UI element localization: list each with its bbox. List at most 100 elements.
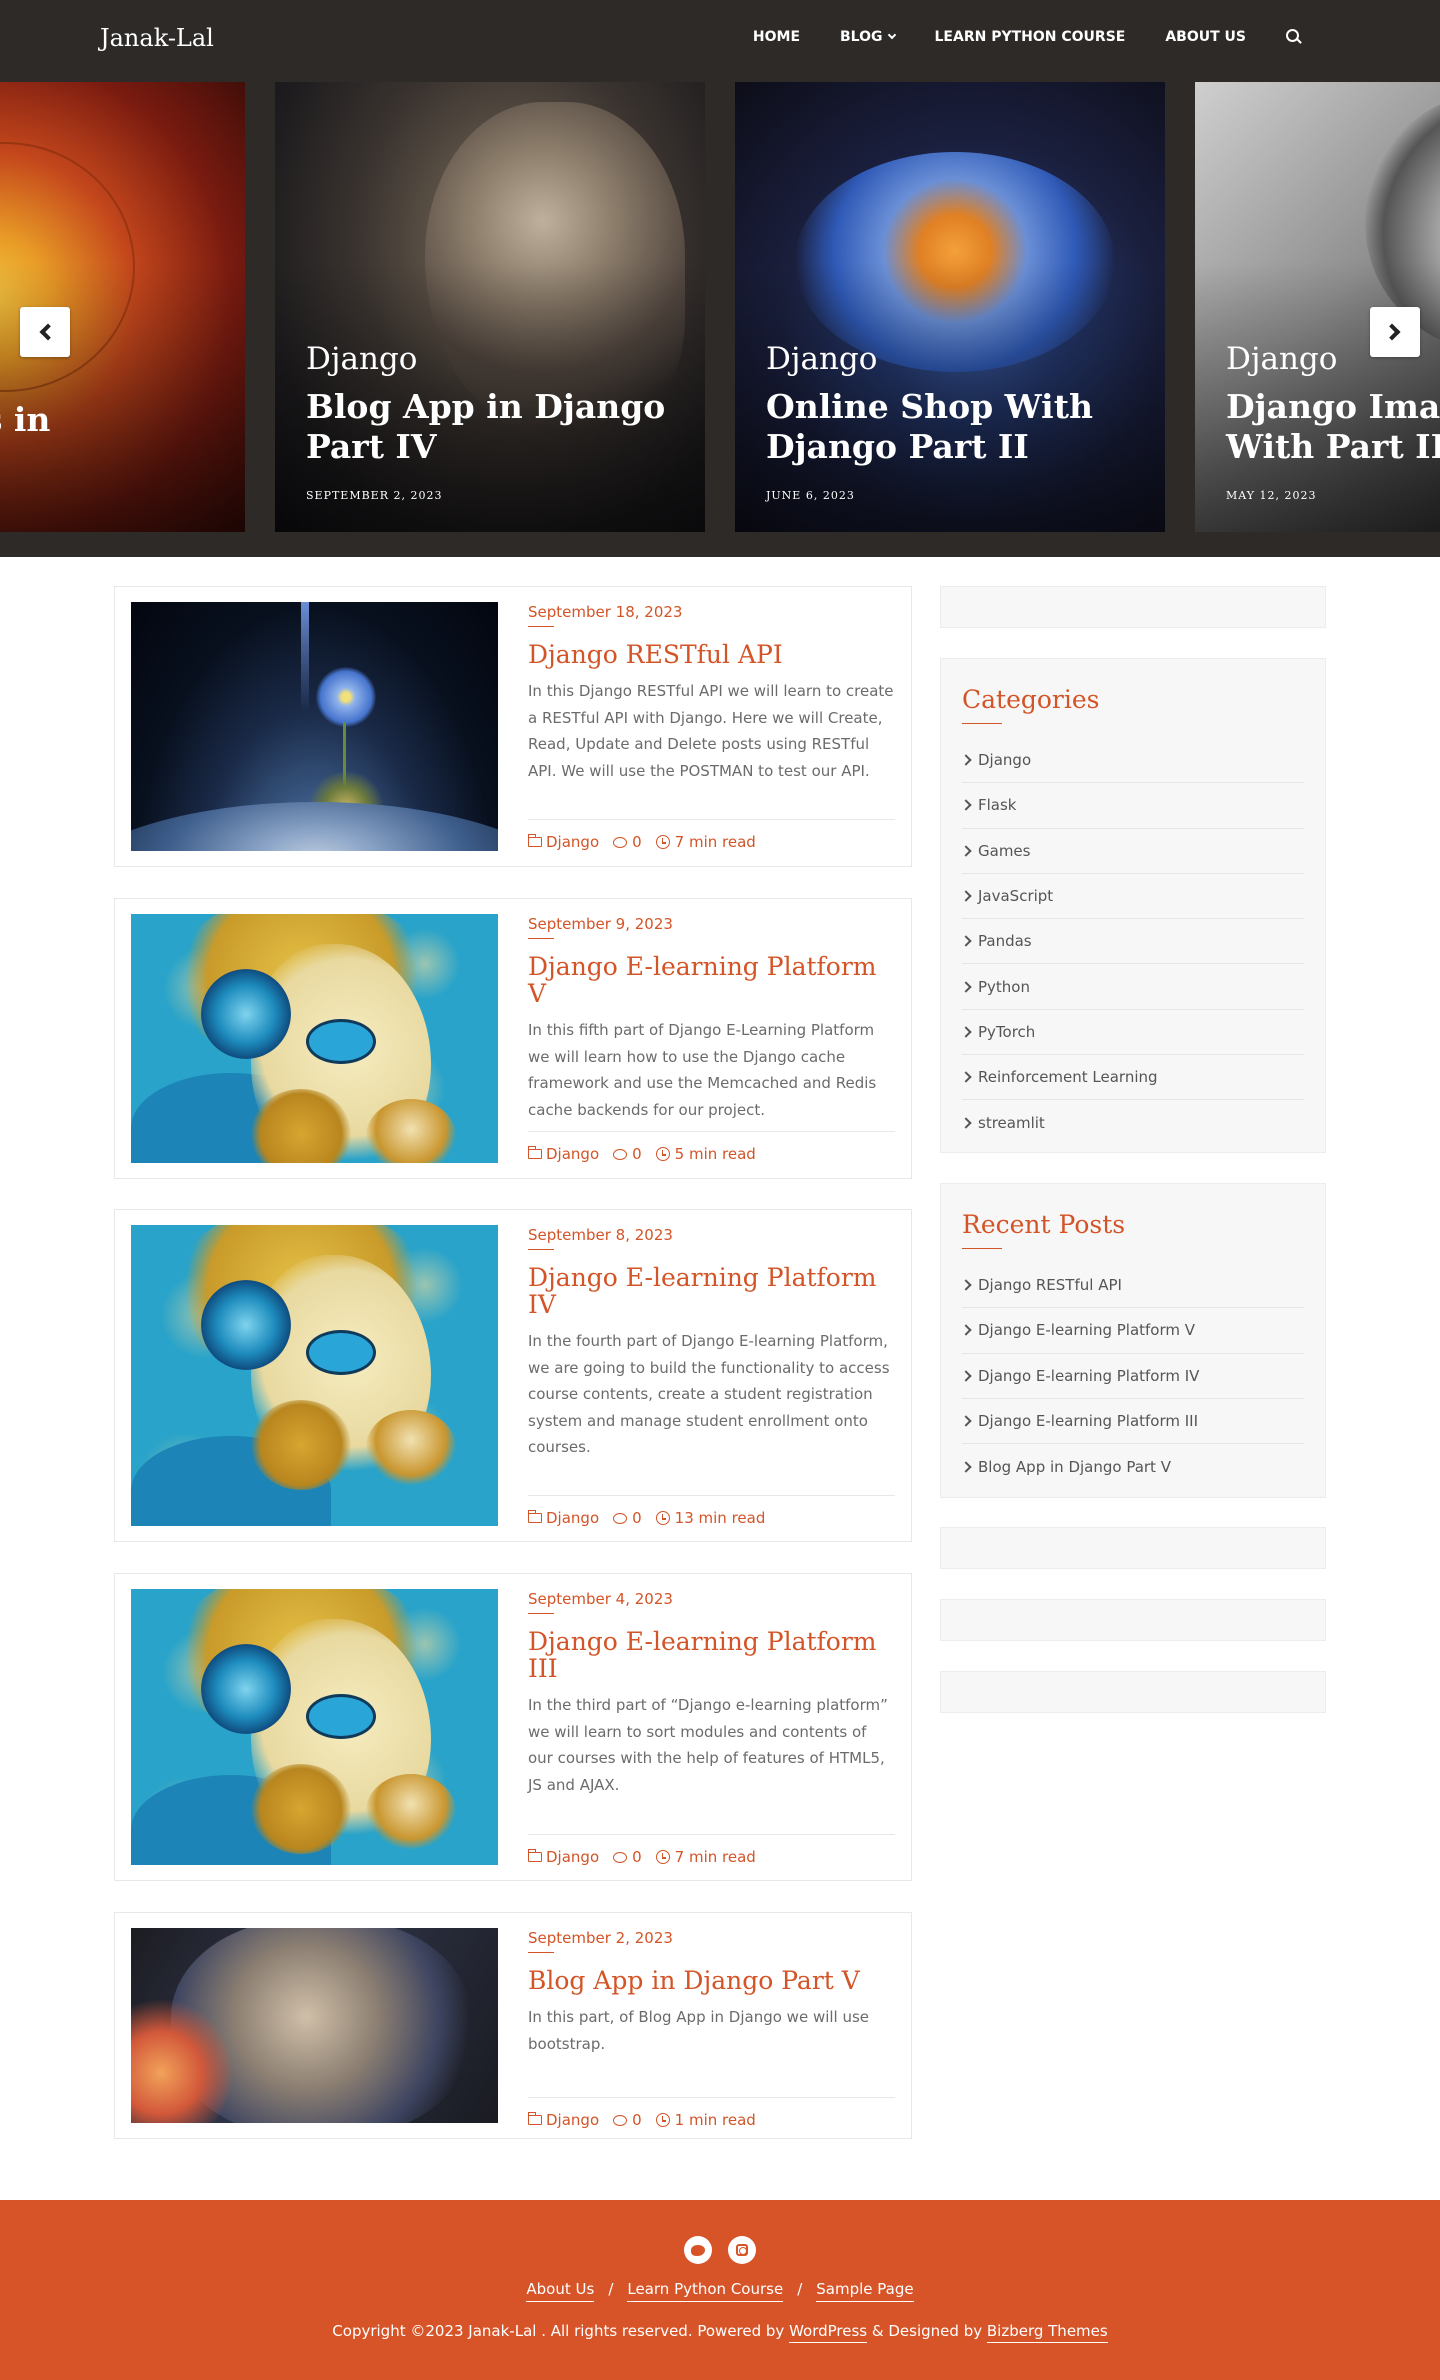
sidebar-widget-empty	[940, 1527, 1326, 1569]
post-read-time: 7 min read	[655, 833, 756, 851]
category-item[interactable]: Flask	[962, 783, 1304, 829]
clock-icon	[655, 1850, 670, 1864]
post-title[interactable]: Django E-learning Platform III	[528, 1628, 895, 1682]
folder-icon	[527, 2112, 542, 2125]
recent-post-item[interactable]: Django E-learning Platform IV	[962, 1354, 1304, 1399]
comment-icon	[613, 2114, 628, 2126]
nav-learn-python-course[interactable]: LEARN PYTHON COURSE	[935, 29, 1126, 45]
post-meta: Django 0 5 min read	[527, 1131, 895, 1163]
post-read-time-label: 7 min read	[674, 833, 756, 851]
post-read-time-label: 7 min read	[674, 1848, 756, 1866]
slider-prev-button[interactable]	[20, 307, 70, 357]
post-category[interactable]: Django	[527, 2111, 599, 2129]
category-item[interactable]: Python	[962, 964, 1304, 1010]
slide-title[interactable]: Blog App in Django Part IV	[306, 387, 685, 467]
post-title[interactable]: Django E-learning Platform V	[528, 953, 895, 1007]
slide-category[interactable]: Django	[306, 341, 685, 377]
post-category[interactable]: Django	[527, 833, 599, 851]
nav-home[interactable]: HOME	[753, 29, 800, 45]
slide[interactable]: Django Online Shop With Django Part II J…	[735, 82, 1165, 532]
category-item[interactable]: streamlit	[962, 1100, 1304, 1145]
social-links	[684, 2236, 772, 2264]
post-thumbnail[interactable]	[131, 602, 498, 851]
footer-link-learn-python-course[interactable]: Learn Python Course	[627, 2280, 784, 2302]
slide-title[interactable]: Online Shop With Django Part II	[766, 387, 1145, 467]
category-item[interactable]: Reinforcement Learning	[962, 1055, 1304, 1101]
post-excerpt: In this fifth part of Django E-Learning …	[528, 1021, 877, 1119]
post-title[interactable]: Django RESTful API	[528, 641, 895, 668]
site-brand[interactable]: Janak-Lal	[100, 24, 214, 52]
post-excerpt: In this part, of Blog App in Django we w…	[528, 2008, 870, 2053]
bizberg-link[interactable]: Bizberg Themes	[986, 2322, 1108, 2343]
slide-date: SEPTEMBER 2, 2023	[306, 489, 443, 502]
clock-icon	[655, 1147, 670, 1161]
recent-post-item[interactable]: Django E-learning Platform III	[962, 1399, 1304, 1445]
post-card: September 4, 2023 Django E-learning Plat…	[114, 1573, 912, 1881]
post-thumbnail[interactable]	[131, 1589, 498, 1865]
categories-widget: Categories Django Flask Games JavaScript…	[940, 658, 1326, 1153]
instagram-icon	[736, 2244, 748, 2256]
category-item[interactable]: Pandas	[962, 919, 1304, 965]
category-item[interactable]: JavaScript	[962, 874, 1304, 920]
post-date[interactable]: September 9, 2023	[528, 915, 673, 939]
post-comments[interactable]: 0	[613, 1145, 642, 1163]
comment-icon	[613, 836, 628, 848]
twitter-link[interactable]	[684, 2236, 712, 2264]
post-category[interactable]: Django	[527, 1509, 599, 1527]
post-comments[interactable]: 0	[613, 833, 642, 851]
category-item[interactable]: Django	[962, 738, 1304, 784]
folder-icon	[527, 1849, 542, 1862]
slide[interactable]: Django Blog App in Django Part IV SEPTEM…	[275, 82, 705, 532]
post-category-label: Django	[546, 1848, 600, 1866]
comment-icon	[613, 1148, 628, 1160]
wordpress-link[interactable]: WordPress	[789, 2322, 868, 2343]
sidebar-widget-empty	[940, 1671, 1326, 1713]
post-category[interactable]: Django	[527, 1145, 599, 1163]
sidebar-widget-empty	[940, 586, 1326, 628]
chevron-down-icon	[887, 30, 896, 40]
recent-post-item[interactable]: Django E-learning Platform V	[962, 1308, 1304, 1354]
widget-title: Categories	[962, 685, 1100, 724]
post-title[interactable]: Django E-learning Platform IV	[528, 1264, 895, 1318]
nav-about-us[interactable]: ABOUT US	[1165, 29, 1246, 45]
post-comments[interactable]: 0	[613, 2111, 642, 2129]
post-date[interactable]: September 2, 2023	[528, 1929, 673, 1953]
post-comments[interactable]: 0	[613, 1848, 642, 1866]
search-icon[interactable]	[1286, 29, 1302, 45]
site-footer: About Us / Learn Python Course / Sample Page…	[0, 2200, 1440, 2380]
post-date[interactable]: September 18, 2023	[528, 603, 682, 627]
recent-post-item[interactable]: Blog App in Django Part V	[962, 1444, 1304, 1489]
post-comments[interactable]: 0	[613, 1509, 642, 1527]
post-read-time: 1 min read	[655, 2111, 756, 2129]
category-item[interactable]: Games	[962, 829, 1304, 874]
post-date[interactable]: September 4, 2023	[528, 1590, 673, 1614]
clock-icon	[655, 2113, 670, 2127]
post-read-time: 13 min read	[655, 1509, 765, 1527]
post-comment-count: 0	[632, 1509, 642, 1527]
slide-category[interactable]: Django	[766, 341, 1145, 377]
main-nav: HOME BLOG LEARN PYTHON COURSE ABOUT US	[713, 29, 1302, 45]
footer-links: About Us / Learn Python Course / Sample Page	[0, 2280, 1440, 2302]
site-header: Janak-Lal HOME BLOG LEARN PYTHON COURSE …	[0, 0, 1440, 82]
slider-next-button[interactable]	[1370, 307, 1420, 357]
post-thumbnail[interactable]	[131, 1225, 498, 1526]
post-category[interactable]: Django	[527, 1848, 600, 1866]
post-read-time-label: 5 min read	[674, 1145, 756, 1163]
instagram-link[interactable]	[728, 2236, 756, 2264]
post-thumbnail[interactable]	[131, 1928, 498, 2123]
recent-post-item[interactable]: Django RESTful API	[962, 1263, 1304, 1309]
post-thumbnail[interactable]	[131, 914, 498, 1163]
recent-posts-list: Django RESTful API Django E-learning Pla…	[962, 1263, 1304, 1489]
post-date[interactable]: September 8, 2023	[528, 1226, 673, 1250]
footer-link-about-us[interactable]: About Us	[526, 2280, 595, 2302]
post-read-time: 5 min read	[655, 1145, 756, 1163]
category-item[interactable]: PyTorch	[962, 1010, 1304, 1056]
copyright: Copyright ©2023 Janak-Lal . All rights r…	[0, 2322, 1440, 2343]
folder-icon	[527, 834, 542, 847]
post-title[interactable]: Blog App in Django Part V	[528, 1967, 895, 1994]
nav-blog[interactable]: BLOG	[840, 29, 896, 45]
slide-title[interactable]: Django Image Processing With Part II	[1226, 387, 1440, 467]
slide-title-line: ot	[0, 440, 225, 480]
footer-link-sample-page[interactable]: Sample Page	[816, 2280, 914, 2302]
slide-title-line: xpressions in	[0, 400, 51, 439]
